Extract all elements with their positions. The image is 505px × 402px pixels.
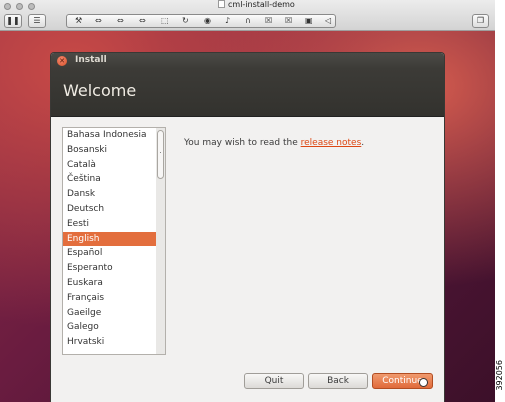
mouse-cursor-icon — [419, 378, 428, 387]
list-item[interactable]: Galego — [63, 320, 165, 335]
pause-button[interactable]: ❚❚ — [4, 14, 22, 28]
window-title: cml-install-demo — [218, 0, 295, 9]
release-notes-text: You may wish to read the release notes. — [184, 138, 365, 148]
close-window-icon[interactable] — [4, 3, 11, 10]
pause-icon: ❚❚ — [6, 16, 20, 25]
list-item[interactable]: Català — [63, 158, 165, 173]
quit-button[interactable]: Quit — [244, 373, 304, 389]
printer-icon[interactable]: ☒ — [265, 15, 272, 27]
list-item[interactable]: Gaeilge — [63, 306, 165, 321]
list-item[interactable]: Hrvatski — [63, 335, 165, 350]
document-icon — [218, 0, 225, 8]
minimize-window-icon[interactable] — [16, 3, 23, 10]
printer-icon[interactable]: ☒ — [285, 15, 292, 27]
refresh-icon[interactable]: ↻ — [182, 15, 189, 27]
tools-icon[interactable]: ⚒ — [75, 15, 82, 27]
chevron-left-icon[interactable]: ◁ — [325, 15, 331, 27]
display-icon[interactable]: ▣ — [305, 15, 313, 27]
close-icon[interactable]: ✕ — [57, 56, 67, 66]
list-item[interactable]: Eesti — [63, 217, 165, 232]
grip-icon — [160, 152, 161, 158]
device-toolbar: ⚒ ⇔ ⇔ ⇔ ⬚ ↻ ◉ ♪ ∩ ☒ ☒ ▣ ◁ — [66, 14, 336, 28]
camera-icon[interactable]: ◉ — [204, 15, 211, 27]
installer-header: Welcome — [51, 69, 444, 117]
list-item[interactable]: Euskara — [63, 276, 165, 291]
list-item[interactable]: Esperanto — [63, 261, 165, 276]
figure-id: 392056 — [495, 360, 504, 391]
installer-title: Install — [75, 55, 107, 65]
list-item[interactable]: Español — [63, 246, 165, 261]
list-item[interactable]: Čeština — [63, 172, 165, 187]
network-icon[interactable]: ⇔ — [117, 15, 124, 27]
installer-window: ✕ Install Welcome Bahasa Indonesia Bosan… — [50, 52, 445, 402]
language-scrollbar[interactable] — [156, 127, 166, 355]
network-icon[interactable]: ⇔ — [139, 15, 146, 27]
settings-button[interactable]: ☰ — [28, 14, 46, 28]
language-list[interactable]: Bahasa Indonesia Bosanski Català Čeština… — [62, 127, 166, 355]
host-titlebar: cml-install-demo ❚❚ ☰ ⚒ ⇔ ⇔ ⇔ ⬚ ↻ ◉ ♪ ∩ … — [0, 0, 495, 31]
list-item[interactable]: Bosanski — [63, 143, 165, 158]
list-item[interactable]: Français — [63, 291, 165, 306]
network-icon[interactable]: ⇔ — [95, 15, 102, 27]
scrollbar-thumb[interactable] — [157, 130, 164, 179]
zoom-window-icon[interactable] — [28, 3, 35, 10]
back-button[interactable]: Back — [308, 373, 368, 389]
headphones-icon[interactable]: ∩ — [245, 15, 251, 27]
disk-icon[interactable]: ⬚ — [161, 15, 169, 27]
list-item[interactable]: Dansk — [63, 187, 165, 202]
list-item[interactable]: English — [63, 231, 165, 247]
release-notes-link[interactable]: release notes — [301, 138, 362, 148]
sound-icon[interactable]: ♪ — [225, 15, 230, 27]
host-window: cml-install-demo ❚❚ ☰ ⚒ ⇔ ⇔ ⇔ ⬚ ↻ ◉ ♪ ∩ … — [0, 0, 495, 402]
continue-button[interactable]: Continue — [372, 373, 433, 389]
installer-titlebar: ✕ Install — [51, 53, 444, 69]
list-item[interactable]: Bahasa Indonesia — [63, 128, 165, 143]
list-item[interactable]: Deutsch — [63, 202, 165, 217]
page-title: Welcome — [63, 81, 137, 100]
fullscreen-button[interactable]: ❐ — [472, 14, 489, 28]
fullscreen-icon: ❐ — [476, 16, 485, 25]
settings-icon: ☰ — [33, 16, 41, 25]
